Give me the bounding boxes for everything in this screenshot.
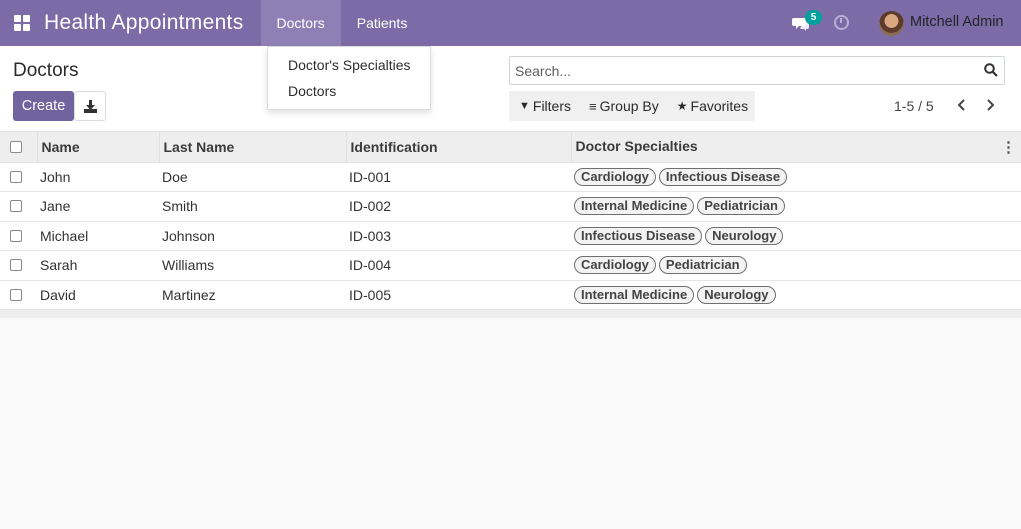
cell-specialties[interactable]: Cardiology Pediatrician [571, 250, 1021, 281]
column-header-last-name[interactable]: Last Name [158, 132, 346, 163]
table-row[interactable]: David Martinez ID-005 Internal Medicine Neur… [0, 280, 1021, 310]
specialty-tag: Neurology [705, 226, 784, 245]
cell-specialties[interactable]: Cardiology Infectious Disease [571, 162, 1021, 192]
row-select-cell [0, 280, 37, 310]
specialty-tag: Internal Medicine [574, 197, 695, 216]
table-row[interactable]: Sarah Williams ID-004 Cardiology Pediatricia… [0, 250, 1021, 281]
chevron-right-icon[interactable] [983, 97, 997, 113]
filters-button[interactable]: ▼ Filters [509, 98, 571, 114]
cell-specialties[interactable]: Internal Medicine Pediatrician [571, 191, 1021, 222]
table-row[interactable]: Jane Smith ID-002 Internal Medicine Pediatri… [0, 191, 1021, 222]
cell-identification[interactable]: ID-002 [346, 191, 571, 222]
row-checkbox[interactable] [10, 259, 22, 272]
optional-columns-icon[interactable]: ⋮ [1001, 138, 1016, 156]
table-footer [0, 310, 1021, 318]
row-select-cell [0, 191, 37, 222]
control-panel: Doctors Create ▼ Filters ≡ Group By ★ Fa… [0, 46, 1021, 132]
cell-last-name[interactable]: Martinez [159, 280, 346, 310]
specialty-tag: Neurology [697, 285, 776, 304]
favorites-button[interactable]: ★ Favorites [659, 98, 748, 114]
table-body: John Doe ID-001 Cardiology Infectious Diseas… [0, 162, 1021, 310]
cell-name[interactable]: Jane [37, 191, 159, 222]
cell-last-name[interactable]: Smith [159, 191, 346, 222]
specialty-tag: Cardiology [574, 167, 656, 186]
column-header-specialties-label: Doctor Specialties [575, 137, 698, 154]
select-all-cell [0, 132, 37, 163]
specialty-tag: Infectious Disease [658, 167, 788, 186]
table-row[interactable]: John Doe ID-001 Cardiology Infectious Diseas… [0, 162, 1021, 192]
search-input[interactable] [510, 57, 970, 84]
column-header-specialties[interactable]: Doctor Specialties ⋮ [570, 132, 1021, 163]
pager-value[interactable]: 1-5 / 5 [894, 98, 934, 114]
dropdown-item-doctors[interactable]: Doctors [288, 83, 336, 99]
doctors-list-table: Name Last Name Identification Doctor Spe… [0, 132, 1021, 310]
specialty-tag: Pediatrician [697, 197, 785, 216]
specialty-tag: Cardiology [574, 256, 656, 275]
cell-name[interactable]: David [37, 280, 159, 310]
column-header-name[interactable]: Name [36, 132, 159, 163]
cell-name[interactable]: Sarah [37, 250, 159, 281]
cell-last-name[interactable]: Williams [159, 250, 346, 281]
specialty-tag: Pediatrician [658, 256, 747, 275]
menu-patients[interactable]: Patients [341, 0, 424, 46]
row-checkbox[interactable] [10, 288, 22, 301]
cell-specialties[interactable]: Infectious Disease Neurology [571, 221, 1021, 251]
dropdown-item-doctor-specialties[interactable]: Doctor's Specialties [288, 57, 411, 73]
cell-name[interactable]: Michael [37, 221, 159, 251]
table-row[interactable]: Michael Johnson ID-003 Infectious Disease Ne… [0, 221, 1021, 251]
cell-identification[interactable]: ID-003 [346, 221, 571, 251]
user-avatar[interactable] [879, 11, 904, 36]
favorites-label: Favorites [690, 98, 749, 114]
doctors-dropdown-menu: Doctor's Specialties Doctors [267, 46, 431, 110]
chat-count-badge: 5 [805, 10, 822, 25]
export-button[interactable] [74, 91, 106, 121]
top-navbar: Health Appointments Doctors Patients [0, 0, 1021, 46]
star-icon: ★ [676, 99, 688, 113]
row-select-cell [0, 162, 37, 192]
search-box [509, 56, 1005, 85]
row-checkbox[interactable] [10, 200, 22, 213]
cell-name[interactable]: John [37, 162, 159, 192]
specialty-tag: Infectious Disease [574, 226, 703, 245]
row-select-cell [0, 250, 37, 281]
specialty-tag: Internal Medicine [574, 285, 695, 304]
cell-identification[interactable]: ID-004 [346, 250, 571, 281]
search-icon[interactable] [984, 63, 998, 77]
row-checkbox[interactable] [10, 229, 22, 242]
group-by-label: Group By [599, 98, 659, 114]
cell-identification[interactable]: ID-001 [346, 162, 571, 192]
cell-last-name[interactable]: Johnson [159, 221, 346, 251]
app-title[interactable]: Health Appointments [44, 11, 244, 35]
user-name[interactable]: Mitchell Admin [910, 14, 1003, 30]
group-by-icon: ≡ [589, 98, 597, 114]
row-checkbox[interactable] [10, 170, 22, 183]
chevron-left-icon[interactable] [955, 97, 969, 113]
menu-doctors[interactable]: Doctors [260, 0, 341, 46]
cell-last-name[interactable]: Doe [159, 162, 346, 192]
search-options-bar: ▼ Filters ≡ Group By ★ Favorites [509, 91, 755, 121]
activity-clock-icon[interactable] [834, 15, 849, 30]
table-header-row: Name Last Name Identification Doctor Spe… [0, 132, 1021, 163]
filters-label: Filters [532, 98, 572, 114]
column-header-identification[interactable]: Identification [345, 132, 571, 163]
filter-icon: ▼ [519, 100, 530, 112]
apps-menu-icon[interactable] [0, 0, 44, 46]
cell-specialties[interactable]: Internal Medicine Neurology [571, 280, 1021, 310]
row-select-cell [0, 221, 37, 251]
page-title: Doctors [13, 60, 79, 81]
select-all-checkbox[interactable] [10, 140, 22, 153]
create-button[interactable]: Create [13, 91, 74, 121]
download-icon [83, 99, 97, 113]
group-by-button[interactable]: ≡ Group By [571, 98, 659, 114]
cell-identification[interactable]: ID-005 [346, 280, 571, 310]
